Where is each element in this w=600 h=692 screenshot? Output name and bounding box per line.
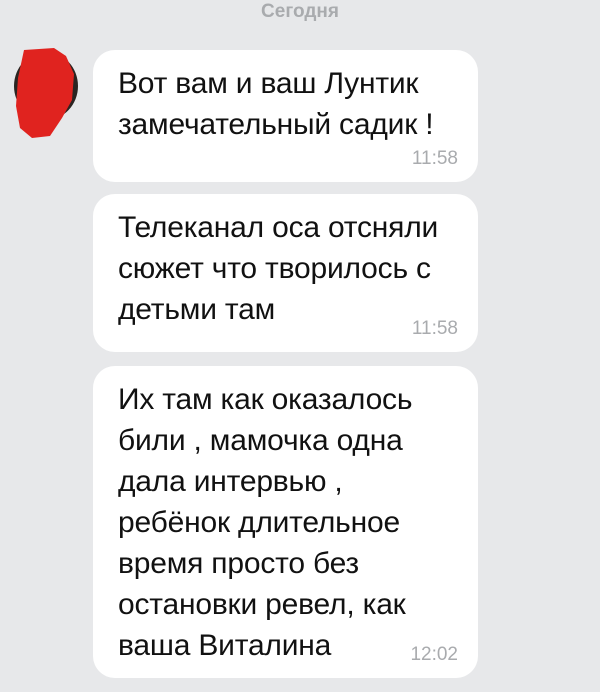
message-bubble[interactable]: Вот вам и ваш Лунтик замечательный садик… — [93, 50, 478, 182]
message-timestamp: 12:02 — [410, 644, 458, 665]
message-text: Телеканал оса отсняли сюжет что творилос… — [118, 211, 439, 326]
message-timestamp: 11:58 — [411, 318, 458, 339]
avatar[interactable] — [10, 44, 82, 140]
message-text: Их там как оказалось били , мамочка одна… — [118, 383, 413, 662]
message-timestamp: 11:58 — [411, 148, 458, 169]
message-text: Вот вам и ваш Лунтик замечательный садик… — [118, 67, 434, 141]
date-divider: Сегодня — [261, 1, 339, 22]
message-bubble[interactable]: Их там как оказалось били , мамочка одна… — [93, 366, 478, 678]
message-bubble[interactable]: Телеканал оса отсняли сюжет что творилос… — [93, 194, 478, 352]
